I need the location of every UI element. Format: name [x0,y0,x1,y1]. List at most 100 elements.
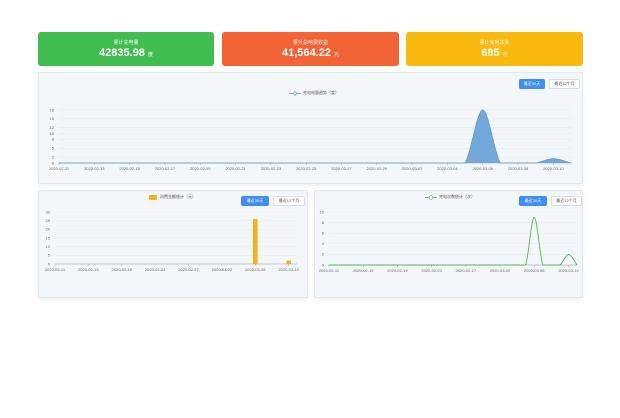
data-point [323,162,325,164]
data-point [508,264,509,266]
data-point [182,162,184,164]
x-tick-label: 2020-02-19 [387,268,408,273]
data-point [397,264,398,266]
x-tick-label: 2020-03-08 [508,166,529,171]
data-point [550,264,552,266]
data-point [568,254,569,255]
data-point [414,264,415,266]
stat-value: 685 [481,47,500,59]
data-point [217,162,219,164]
x-tick-label: 2020-03-04 [437,166,458,171]
spending-chart: 0 5 10 15 20 25 30 2020-02-11 2020-02-15 2020-02-… [45,209,300,272]
charge-count-panel: 最近30天 最近12个月 充电次数统计（次） 0 2 4 6 8 10 2020-02-11… [314,190,583,298]
y-tick-label: 5 [48,253,51,258]
data-point [376,162,378,164]
x-tick-label: 2020-02-27 [331,166,352,171]
data-point [337,264,338,266]
y-tick-label: 30 [46,209,51,214]
stat-value: 42835.98 [99,47,145,59]
data-point [533,216,535,218]
data-point [517,162,519,164]
data-point [456,264,458,266]
data-point [235,162,237,164]
y-tick-label: 12 [50,125,55,130]
y-tick-label: 15 [50,116,55,121]
data-point [499,162,501,164]
data-point [93,162,95,164]
y-tick-label: 6 [322,231,325,236]
y-tick-label: 15 [46,235,51,240]
data-point [345,264,347,266]
data-point [525,264,527,266]
data-point [393,162,395,164]
data-point [58,162,60,164]
data-point [559,264,561,266]
x-tick-label: 2020-03-02 [212,267,233,272]
data-point [499,264,501,266]
x-tick-label: 2020-02-25 [296,166,317,171]
data-point [288,162,290,164]
data-point [340,162,342,164]
spending-panel: 最近30天 最近12个月 消费金额统计（元） 0 5 10 15 20 25 30 2020-… [38,190,308,298]
x-tick-label: 2020-02-19 [112,267,133,272]
data-point [405,264,407,266]
data-point [464,162,466,164]
stat-card-count: 累计充电次数 685 次 [406,32,583,66]
data-point [535,162,537,164]
y-tick-label: 0 [48,261,51,266]
data-point [354,264,356,266]
y-tick-label: 10 [46,244,51,249]
y-tick-label: 0 [322,262,325,267]
data-point [305,162,307,164]
y-tick-label: 0 [52,160,55,165]
charge-count-chart: 0 2 4 6 8 10 2020-02-11 2020-02-15 2020-02-19 202… [319,209,580,273]
stat-value-row: 41,564.22 元 [222,47,399,59]
bar [286,260,291,264]
x-tick-label: 2020-02-21 [225,166,246,171]
energy-trend-chart: 02 5 81012 15 18 2020-02-11 2020-02-13 2020-02-… [49,107,572,171]
y-tick-label: 25 [46,218,51,223]
x-tick-label: 2020-03-06 [524,268,545,273]
stat-label: 累计充电量 [113,40,139,46]
data-point [576,264,578,266]
energy-trend-panel: 最近30天 最近12个月 充电电量趋势（度） 0 2 5 8 10 12 15 18 2020-… [38,72,583,184]
x-tick-label: 2020-02-15 [353,268,374,273]
x-tick-label: 2020-03-06 [472,166,493,171]
y-tick-label: 2 [322,252,325,257]
stat-value-row: 685 次 [406,47,583,59]
stat-label: 累计充电次数 [479,40,510,46]
x-tick-label: 2020-02-23 [261,166,282,171]
data-point [465,264,467,266]
data-point [439,264,441,266]
data-point [111,162,113,164]
x-tick-label: 2020-03-06 [245,267,266,272]
x-tick-label: 2020-02-11 [45,267,66,272]
data-point [431,264,433,266]
data-point [252,162,254,164]
series-line [329,216,578,266]
data-point [448,264,450,266]
data-point [542,264,544,266]
data-point [473,264,475,266]
stat-label: 累计总电费收益 [292,40,328,46]
data-point [411,162,413,164]
x-tick-label: 2020-02-27 [178,267,199,272]
data-point [328,264,330,266]
x-tick-label: 2020-02-15 [78,267,99,272]
y-tick-label: 20 [46,227,51,232]
x-tick-label: 2020-03-02 [490,268,511,273]
x-tick-label: 2020-03-10 [278,267,299,272]
x-tick-label: 2020-02-23 [145,267,166,272]
y-tick-label: 10 [50,131,55,136]
x-tick-label: 2020-02-29 [367,166,388,171]
data-point [422,264,424,266]
y-tick-label: 8 [52,137,55,142]
data-point [358,162,360,164]
stat-card-revenue: 累计总电费收益 41,564.22 元 [222,32,399,66]
x-tick-label: 2020-02-19 [190,166,211,171]
data-point [482,109,484,111]
data-point [516,264,518,266]
x-tick-label: 2020-02-11 [49,166,70,171]
stat-unit: 元 [333,52,339,58]
data-point [76,162,78,164]
